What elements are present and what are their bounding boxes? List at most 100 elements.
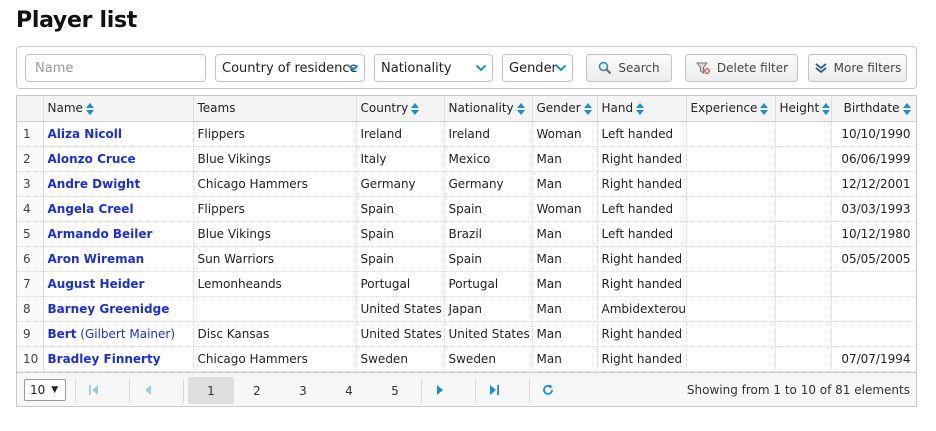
name-cell: Alonzo Cruce (43, 146, 194, 172)
name-cell: Angela Creel (43, 196, 194, 222)
name-cell: Aron Wireman (43, 246, 194, 272)
column-header-height[interactable]: Height (775, 96, 832, 122)
column-header-experience[interactable]: Experience (686, 96, 776, 122)
table-row[interactable]: 2 Alonzo Cruce Blue Vikings Italy Mexico Man R… (17, 146, 916, 172)
birthdate-cell: 03/03/1993 (831, 196, 916, 222)
page-number-button[interactable]: 1 (188, 377, 234, 404)
team-cell: Chicago Hammers (193, 171, 357, 197)
player-name-link[interactable]: Barney Greenidge (48, 302, 170, 316)
double-chevron-down-icon (815, 63, 827, 74)
column-header-gender[interactable]: Gender (532, 96, 598, 122)
birthdate-cell (831, 271, 916, 297)
nationality-select[interactable]: Nationality (374, 54, 493, 82)
country-of-residence-select[interactable]: Country of residence (215, 54, 365, 82)
refresh-icon[interactable] (541, 383, 555, 397)
hand-cell: Left handed (597, 121, 687, 147)
page-number-button[interactable]: 2 (234, 377, 280, 404)
country-cell: United States (356, 321, 445, 347)
country-cell: Italy (356, 146, 445, 172)
column-header-birthdate[interactable]: Birthdate (831, 96, 916, 122)
search-button[interactable]: Search (586, 54, 672, 82)
first-page-icon[interactable] (87, 383, 101, 397)
table-row[interactable]: 3 Andre Dwight Chicago Hammers Germany Germa… (17, 171, 916, 197)
name-search-input[interactable] (25, 54, 206, 82)
gender-select[interactable]: Gender (502, 54, 573, 82)
table-row[interactable]: 1 Aliza Nicoll Flippers Ireland Ireland Woman… (17, 121, 916, 147)
more-filters-label: More filters (833, 61, 902, 75)
table-row[interactable]: 7 August Heider Lemonheands Portugal Portuga… (17, 271, 916, 297)
hand-cell: Right handed (597, 246, 687, 272)
country-cell: Spain (356, 246, 445, 272)
column-header-nationality[interactable]: Nationality (444, 96, 533, 122)
player-name-link[interactable]: Alonzo Cruce (48, 152, 136, 166)
filter-bar: Country of residence Nationality Gender … (16, 46, 917, 89)
team-cell: Flippers (193, 196, 357, 222)
table-row[interactable]: 5 Armando Beiler Blue Vikings Spain Brazil Ma… (17, 221, 916, 247)
gender-cell: Woman (532, 121, 598, 147)
name-cell: Bradley Finnerty (43, 346, 194, 372)
table-row[interactable]: 4 Angela Creel Flippers Spain Spain Woman Left… (17, 196, 916, 222)
player-name-link[interactable]: Bert (48, 327, 77, 341)
column-header-country[interactable]: Country (356, 96, 445, 122)
search-button-label: Search (618, 61, 660, 75)
last-page-icon[interactable] (487, 383, 501, 397)
birthdate-cell: 06/06/1999 (831, 146, 916, 172)
birthdate-cell: 05/05/2005 (831, 246, 916, 272)
row-number-cell: 10 (17, 346, 44, 372)
chevron-down-icon (475, 64, 487, 72)
player-name-link[interactable]: Aliza Nicoll (48, 127, 123, 141)
table-row[interactable]: 9 Bert (Gilbert Mainer) Disc Kansas United … (17, 321, 916, 347)
table-row[interactable]: 6 Aron Wireman Sun Warriors Spain Spain Man Ri… (17, 246, 916, 272)
nationality-cell: Brazil (444, 221, 533, 247)
gender-cell: Man (532, 321, 598, 347)
gender-cell: Man (532, 346, 598, 372)
pager-divider (421, 379, 422, 403)
page-number-button[interactable]: 4 (326, 377, 372, 404)
page-title: Player list (16, 8, 137, 33)
player-name-link[interactable]: Angela Creel (48, 202, 134, 216)
table-row[interactable]: 8 Barney Greenidge United States Japan Man Am… (17, 296, 916, 322)
player-grid: Name Teams Country Nationality Gender Ha… (16, 95, 917, 407)
search-icon (599, 61, 612, 75)
experience-cell (686, 271, 776, 297)
country-cell: Portugal (356, 271, 445, 297)
birthdate-cell: 07/07/1994 (831, 346, 916, 372)
hand-cell: Right handed (597, 171, 687, 197)
sort-icon (583, 102, 592, 115)
row-number-cell: 4 (17, 196, 44, 222)
column-header-hand[interactable]: Hand (597, 96, 687, 122)
page-number-button[interactable]: 5 (372, 377, 418, 404)
name-cell: Andre Dwight (43, 171, 194, 197)
column-header-teams[interactable]: Teams (193, 96, 357, 122)
player-name-link[interactable]: August Heider (48, 277, 145, 291)
delete-filter-button[interactable]: Delete filter (685, 54, 798, 82)
chevron-down-icon (347, 64, 359, 72)
experience-cell (686, 321, 776, 347)
birthdate-cell: 10/10/1990 (831, 121, 916, 147)
table-row[interactable]: 10 Bradley Finnerty Chicago Hammers Sweden S… (17, 346, 916, 372)
nationality-cell: Ireland (444, 121, 533, 147)
player-name-link[interactable]: Aron Wireman (48, 252, 145, 266)
chevron-down-icon (555, 64, 567, 72)
page-size-select[interactable]: 10 ▼ (24, 379, 66, 401)
gender-cell: Man (532, 221, 598, 247)
next-page-icon[interactable] (433, 383, 447, 397)
column-header-name[interactable]: Name (43, 96, 194, 122)
page-number-button[interactable]: 3 (280, 377, 326, 404)
page-size-value: 10 (30, 383, 46, 397)
name-cell: Bert (Gilbert Mainer) (43, 321, 194, 347)
sort-icon (85, 102, 94, 115)
player-name-link[interactable]: Bradley Finnerty (48, 352, 161, 366)
height-cell (775, 321, 832, 347)
previous-page-icon[interactable] (141, 383, 155, 397)
team-cell: Chicago Hammers (193, 346, 357, 372)
nationality-cell: Sweden (444, 346, 533, 372)
pager: 10 ▼ 12345 Showing from 1 to 10 of 81 el… (17, 372, 916, 406)
more-filters-button[interactable]: More filters (808, 54, 907, 82)
experience-cell (686, 146, 776, 172)
player-name-link[interactable]: Armando Beiler (48, 227, 153, 241)
player-name-link[interactable]: Andre Dwight (48, 177, 141, 191)
country-cell: Ireland (356, 121, 445, 147)
gender-label: Gender (509, 60, 557, 76)
country-of-residence-label: Country of residence (222, 60, 358, 76)
